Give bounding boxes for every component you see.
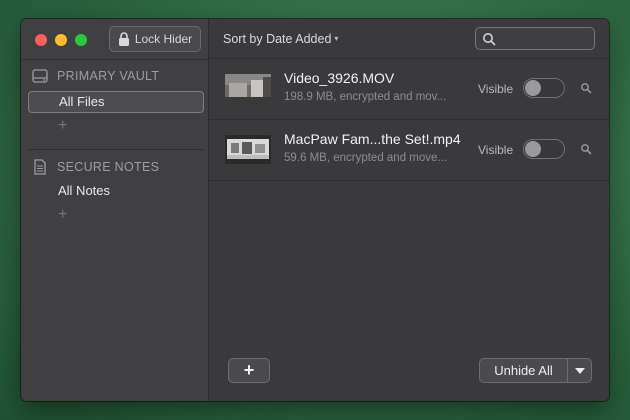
toggle-knob <box>525 141 541 157</box>
search-input[interactable] <box>500 30 590 47</box>
sort-label: Sort by Date Added <box>223 32 332 46</box>
note-icon <box>34 159 46 175</box>
add-file-button[interactable]: + <box>228 358 270 383</box>
sidebar-item-all-files[interactable]: All Files <box>28 91 204 113</box>
unhide-options-button[interactable] <box>568 359 591 382</box>
lock-icon <box>118 32 129 46</box>
section-divider <box>28 149 204 150</box>
sidebar: Lock Hider PRIMARY VAULT All Files + SEC… <box>21 19 209 401</box>
visibility-label: Visible <box>478 82 514 96</box>
visibility-toggle[interactable] <box>523 139 565 159</box>
section-title: PRIMARY VAULT <box>57 69 160 83</box>
file-row[interactable]: Video_3926.MOV 198.9 MB, encrypted and m… <box>209 59 609 120</box>
zoom-button[interactable] <box>75 34 87 46</box>
add-note-button[interactable]: + <box>58 207 67 223</box>
section-title: SECURE NOTES <box>57 160 160 174</box>
minimize-button[interactable] <box>55 34 67 46</box>
video-thumbnail <box>225 74 271 103</box>
reveal-search-icon[interactable] <box>580 82 592 94</box>
section-secure-notes: SECURE NOTES <box>31 158 159 176</box>
visibility-label: Visible <box>478 143 514 157</box>
visibility-toggle[interactable] <box>523 78 565 98</box>
sidebar-header-divider <box>21 59 209 60</box>
sort-dropdown[interactable]: Sort by Date Added ▾ <box>223 32 338 46</box>
video-thumbnail <box>225 135 271 164</box>
sidebar-item-all-notes[interactable]: All Notes <box>28 181 204 203</box>
file-details: 59.6 MB, encrypted and move... <box>284 152 448 164</box>
toggle-knob <box>525 80 541 96</box>
drive-icon <box>32 69 48 83</box>
file-name: Video_3926.MOV <box>284 70 395 86</box>
unhide-all-button[interactable]: Unhide All <box>480 359 568 382</box>
file-name: MacPaw Fam...the Set!.mp4 <box>284 131 461 147</box>
sidebar-item-label: All Notes <box>58 183 111 198</box>
search-field[interactable] <box>475 27 595 50</box>
lock-hider-button[interactable]: Lock Hider <box>109 26 201 52</box>
reveal-search-icon[interactable] <box>580 143 592 155</box>
file-details: 198.9 MB, encrypted and mov... <box>284 91 447 103</box>
close-button[interactable] <box>35 34 47 46</box>
main-panel: Sort by Date Added ▾ Video_3926.MOV 198.… <box>209 19 609 401</box>
app-window: Lock Hider PRIMARY VAULT All Files + SEC… <box>21 19 609 401</box>
lock-hider-label: Lock Hider <box>134 32 193 46</box>
chevron-down-icon <box>574 367 585 374</box>
add-vault-item-button[interactable]: + <box>58 118 67 134</box>
search-icon <box>483 33 496 46</box>
file-row[interactable]: MacPaw Fam...the Set!.mp4 59.6 MB, encry… <box>209 120 609 181</box>
chevron-down-icon: ▾ <box>334 34 339 43</box>
unhide-all-control: Unhide All <box>479 358 592 383</box>
sidebar-item-label: All Files <box>59 94 105 109</box>
section-primary-vault: PRIMARY VAULT <box>31 67 159 85</box>
window-controls <box>35 34 87 46</box>
